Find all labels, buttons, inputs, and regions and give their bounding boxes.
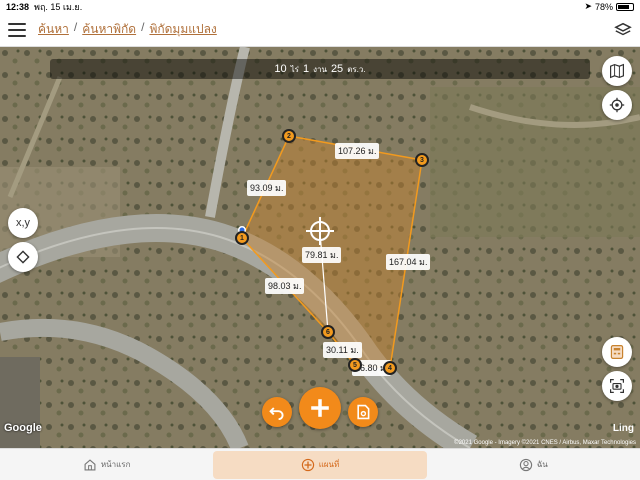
vertex-2[interactable]: 2 [282, 129, 296, 143]
breadcrumb-coordinate-search[interactable]: ค้นหาพิกัด [82, 20, 136, 39]
polygon-mode-button[interactable] [8, 242, 38, 272]
area-summary-bar: 10 ไร่ 1 งาน 25 ตร.ว. [50, 59, 590, 79]
xy-label: x,y [15, 217, 31, 229]
area-ngan: 1 [302, 63, 310, 75]
map-type-button[interactable] [602, 56, 632, 86]
satellite-map[interactable]: 10 ไร่ 1 งาน 25 ตร.ว. x,y 93.09 ม. 107.2… [0, 47, 640, 448]
xy-coordinate-button[interactable]: x,y [8, 208, 38, 238]
area-wah: 25 [330, 63, 344, 75]
bottom-tab-bar: หน้าแรก แผนที่ ฉัน [0, 448, 640, 480]
distance-label-2-3: 107.26 ม. [335, 143, 380, 159]
battery-percent: 78% [594, 1, 613, 12]
map-icon [610, 63, 624, 79]
battery-icon [616, 2, 634, 11]
nav-bar: ค้นหา / ค้นหาพิกัด / พิกัดมุมแปลง [0, 13, 640, 47]
distance-label-3-4: 167.04 ม. [386, 254, 431, 270]
undo-icon [269, 407, 284, 420]
vertex-1[interactable]: 1 [235, 231, 249, 245]
user-icon [519, 458, 533, 471]
layers-icon[interactable] [614, 21, 632, 39]
tab-me-label: ฉัน [536, 460, 548, 469]
breadcrumb-search[interactable]: ค้นหา [38, 20, 69, 39]
tab-home-label: หน้าแรก [100, 460, 131, 469]
status-date: พฤ. 15 เม.ย. [34, 1, 83, 12]
calculator-button[interactable] [602, 337, 632, 367]
tab-map-label: แผนที่ [318, 460, 340, 469]
add-point-button[interactable] [299, 387, 341, 429]
tab-home[interactable]: หน้าแรก [0, 449, 213, 480]
status-bar: 12:38 พฤ. 15 เม.ย. ➤ 78% [0, 0, 640, 13]
area-rai: 10 [274, 63, 287, 75]
vertex-5[interactable]: 5 [348, 358, 362, 372]
tab-me[interactable]: ฉัน [427, 449, 640, 480]
distance-label-1-2: 93.09 ม. [247, 180, 287, 196]
vertex-4[interactable]: 4 [383, 361, 397, 375]
camera-frame-icon [610, 379, 624, 393]
distance-label-5-6: 30.11 ม. [323, 342, 362, 358]
vertex-3[interactable]: 3 [415, 153, 429, 167]
hamburger-menu-icon[interactable] [8, 22, 26, 37]
distance-label-6-1: 98.03 ม. [265, 278, 305, 294]
save-button[interactable] [348, 397, 378, 427]
calculator-icon [610, 345, 624, 359]
home-icon [84, 458, 96, 470]
breadcrumb-plot-corners[interactable]: พิกัดมุมแปลง [149, 20, 216, 39]
ling-logo: Ling [612, 423, 634, 434]
tab-map[interactable]: แผนที่ [213, 450, 427, 479]
map-attribution: ©2021 Google - Imagery ©2021 CNES / Airb… [454, 440, 636, 446]
save-document-icon [357, 404, 370, 420]
locate-icon [609, 97, 625, 113]
breadcrumb: ค้นหา / ค้นหาพิกัด / พิกัดมุมแปลง [38, 20, 217, 39]
vertex-6[interactable]: 6 [321, 325, 335, 339]
undo-button[interactable] [262, 397, 292, 427]
google-logo: Google [4, 422, 42, 434]
screenshot-button[interactable] [602, 371, 632, 401]
status-time: 12:38 [6, 1, 30, 12]
center-distance-label: 79.81 ม. [302, 247, 342, 263]
add-circle-icon [301, 458, 314, 471]
plus-icon [311, 399, 329, 417]
my-location-button[interactable] [602, 90, 632, 120]
location-arrow-icon: ➤ [584, 1, 592, 11]
diamond-icon [16, 250, 30, 264]
